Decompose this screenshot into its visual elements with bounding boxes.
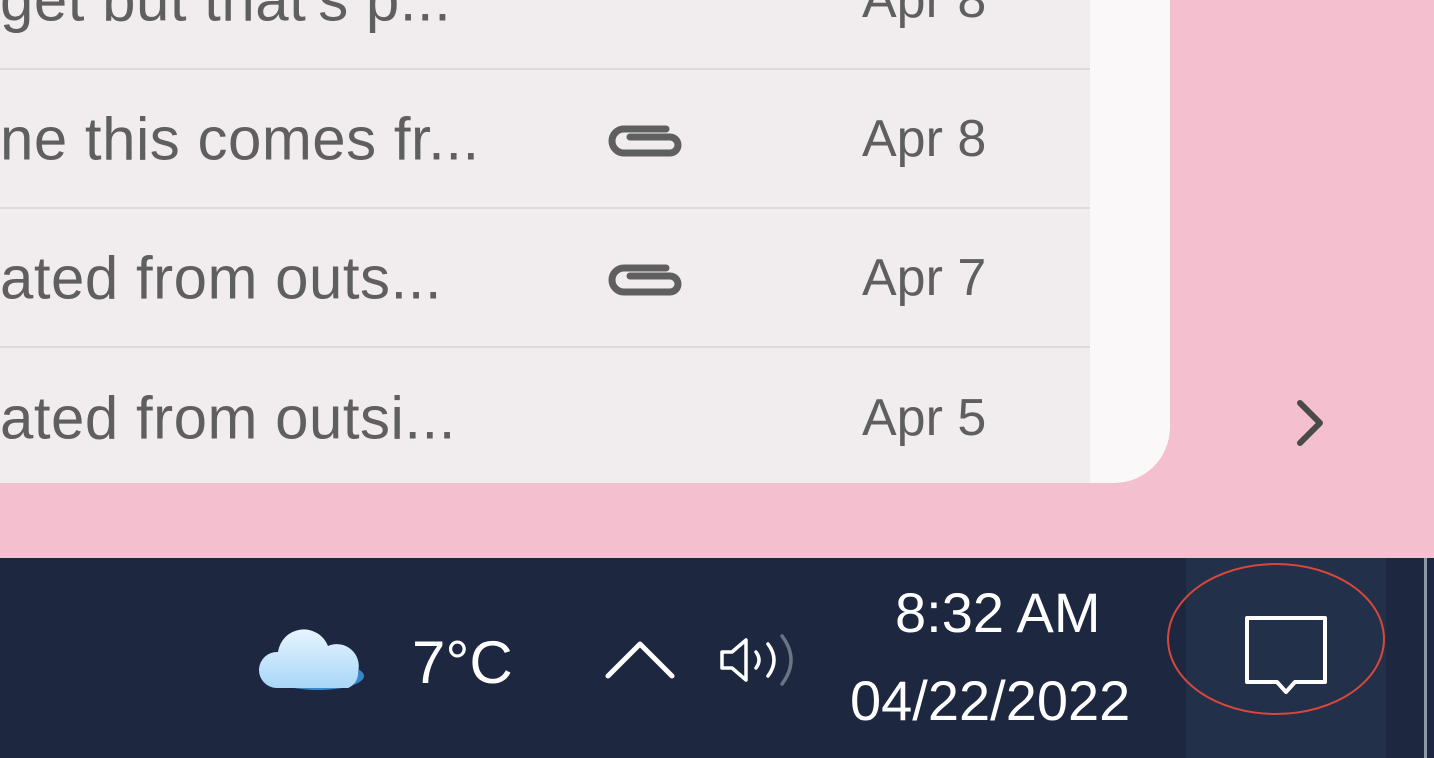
- mail-date: Apr 8: [862, 109, 987, 168]
- chevron-right-icon[interactable]: [1290, 395, 1330, 451]
- mail-date: Apr 7: [862, 248, 987, 307]
- mail-row[interactable]: ated from outsi... Apr 5: [0, 348, 1090, 483]
- mail-list: get but that's p... Apr 8 ne this comes …: [0, 0, 1090, 483]
- mail-row[interactable]: ne this comes fr... Apr 8: [0, 70, 1090, 209]
- clock-date[interactable]: 04/22/2022: [850, 668, 1130, 733]
- mail-snippet: ated from outsi...: [0, 384, 456, 451]
- attachment-icon: [608, 125, 682, 156]
- attachment-icon: [608, 264, 682, 295]
- weather-temperature[interactable]: 7°C: [412, 628, 513, 697]
- chevron-up-icon[interactable]: [604, 636, 676, 680]
- mail-snippet: get but that's p...: [0, 0, 451, 34]
- mail-snippet: ne this comes fr...: [0, 105, 480, 172]
- clock-time[interactable]: 8:32 AM: [895, 580, 1100, 645]
- speaker-icon[interactable]: [716, 630, 802, 690]
- mail-date: Apr 8: [862, 0, 986, 30]
- show-desktop-edge[interactable]: [1424, 558, 1427, 758]
- mail-date: Apr 5: [862, 388, 987, 447]
- highlight-ring: [1167, 563, 1385, 715]
- mail-panel: get but that's p... Apr 8 ne this comes …: [0, 0, 1170, 483]
- cloud-icon[interactable]: [256, 618, 368, 694]
- mail-row[interactable]: get but that's p... Apr 8: [0, 0, 1090, 70]
- mail-snippet: ated from outs...: [0, 244, 443, 311]
- mail-row[interactable]: ated from outs... Apr 7: [0, 209, 1090, 348]
